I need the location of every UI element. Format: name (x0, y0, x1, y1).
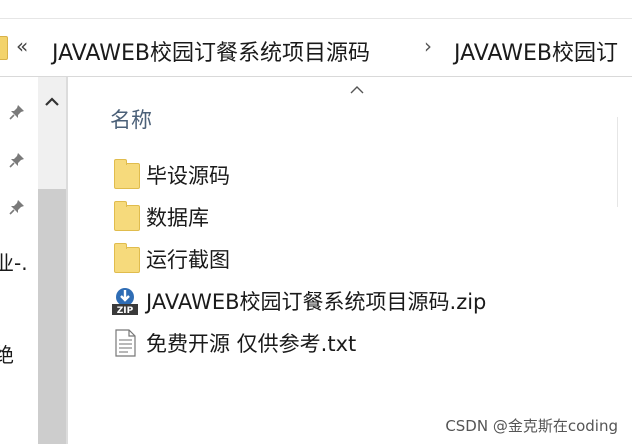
breadcrumb-item[interactable]: JAVAWEB校园订 (454, 35, 618, 67)
list-item[interactable]: 数据库 (110, 201, 209, 233)
navigation-pane: 业-. 绝 (0, 77, 38, 444)
folder-icon (110, 243, 140, 274)
scroll-up-button[interactable] (38, 91, 66, 111)
breadcrumb-item[interactable]: JAVAWEB校园订餐系统项目源码 (52, 35, 370, 67)
chevron-up-icon (45, 96, 59, 106)
list-item[interactable]: ZIP JAVAWEB校园订餐系统项目源码.zip (110, 285, 486, 317)
pin-icon[interactable] (8, 151, 26, 169)
folder-icon (110, 159, 140, 190)
pin-icon[interactable] (8, 103, 26, 121)
file-name: 毕设源码 (146, 164, 230, 188)
file-name: 免费开源 仅供参考.txt (146, 332, 357, 356)
breadcrumb-overflow-button[interactable]: « (16, 34, 28, 58)
folder-icon (0, 36, 8, 60)
file-explorer-window: « JAVAWEB校园订餐系统项目源码 › JAVAWEB校园订 业-. 绝 名… (0, 0, 632, 444)
title-strip (0, 0, 632, 19)
breadcrumb-separator-chevron-icon[interactable]: › (424, 34, 432, 58)
nav-scrollbar[interactable] (38, 77, 66, 444)
list-item[interactable]: 毕设源码 (110, 159, 230, 191)
scroll-thumb[interactable] (38, 189, 66, 444)
svg-text:ZIP: ZIP (117, 306, 134, 316)
file-list: 名称 毕设源码 数据库 运行截图 ZIP JAVAWEB校园订餐系统项目源码.z… (68, 77, 632, 444)
file-name: 数据库 (146, 206, 209, 230)
zip-archive-icon: ZIP (110, 286, 140, 316)
file-name: 运行截图 (146, 248, 230, 272)
nav-item-label[interactable]: 绝 (0, 339, 14, 368)
list-item[interactable]: 运行截图 (110, 243, 230, 275)
pin-icon[interactable] (8, 198, 26, 216)
file-name: JAVAWEB校园订餐系统项目源码.zip (146, 290, 487, 314)
address-bar[interactable]: « JAVAWEB校园订餐系统项目源码 › JAVAWEB校园订 (0, 22, 632, 77)
sort-ascending-icon (350, 86, 364, 94)
column-header-name[interactable]: 名称 (110, 104, 152, 134)
nav-item-label[interactable]: 业-. (0, 247, 28, 276)
list-item[interactable]: 免费开源 仅供参考.txt (110, 327, 356, 359)
column-divider (617, 117, 618, 207)
folder-icon (110, 201, 140, 232)
text-file-icon (110, 328, 140, 358)
csdn-watermark: CSDN @金克斯在coding (445, 417, 618, 435)
